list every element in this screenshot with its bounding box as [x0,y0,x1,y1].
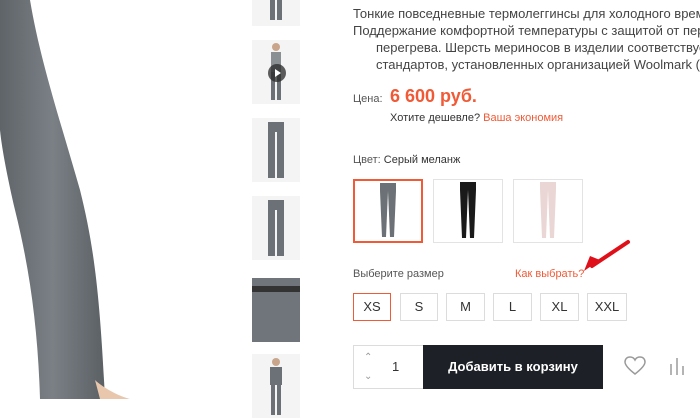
description-line: Тонкие повседневные термолеггинсы для хо… [353,6,700,21]
chevron-up-icon[interactable]: ⌃ [364,352,372,363]
size-option-m[interactable]: M [446,293,485,321]
heart-icon[interactable] [624,356,646,381]
size-option-xs[interactable]: XS [353,293,391,321]
price-value: 6 600 руб. [390,86,477,106]
size-option-l[interactable]: L [493,293,532,321]
play-icon [268,64,286,82]
color-swatch-grey[interactable] [353,179,423,243]
add-to-cart-button[interactable]: Добавить в корзину [423,345,603,389]
thumbnail-4[interactable] [252,196,300,260]
description-line: перегрева. Шерсть мериносов в изделии со… [376,40,700,55]
size-guide-link[interactable]: Как выбрать? [515,268,584,280]
cheaper-offer: Хотите дешевле? Ваша экономия [390,112,563,124]
size-option-xl[interactable]: XL [540,293,579,321]
color-swatch-black[interactable] [433,179,503,243]
main-product-photo [0,0,240,399]
thumbnail-3[interactable] [252,118,300,182]
size-option-xxl[interactable]: XXL [587,293,627,321]
thumbnail-6[interactable] [252,354,300,418]
quantity-stepper: ⌃ ⌄ 1 [353,345,425,389]
thumbnail-5[interactable] [252,278,300,342]
color-swatch-pink[interactable] [513,179,583,243]
compare-bars-icon[interactable] [667,356,687,381]
size-option-s[interactable]: S [400,293,438,321]
price-label: Цена: [353,93,383,105]
description-line: стандартов, установленных организацией W… [376,57,700,72]
red-arrow-icon [580,238,632,279]
cheaper-text: Хотите дешевле? [390,112,481,124]
savings-link[interactable]: Ваша экономия [483,112,563,124]
color-value: Серый меланж [383,154,461,166]
color-row: Цвет: Серый меланж [353,154,460,166]
thumbnail-video[interactable] [252,40,300,104]
product-description: Тонкие повседневные термолеггинсы для хо… [353,5,700,73]
description-line: Поддержание комфортной температуры с защ… [353,23,700,38]
quantity-input[interactable]: 1 [392,359,399,374]
size-label: Выберите размер [353,268,444,280]
color-label: Цвет: [353,154,381,166]
chevron-down-icon[interactable]: ⌄ [364,371,372,382]
thumbnail-1[interactable] [252,0,300,26]
